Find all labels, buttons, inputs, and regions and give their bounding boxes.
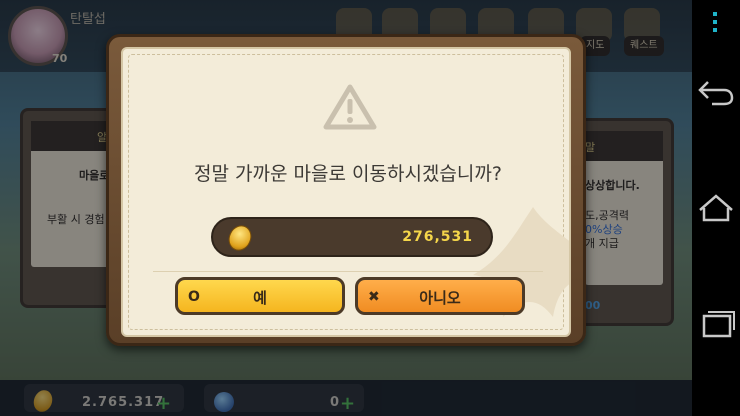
gold-coin-icon bbox=[224, 221, 256, 255]
game-screen: 70 탄탈섭 지도 퀘스트 알 마을로 부활 시 경험 말 상상합니다. 도,공… bbox=[0, 0, 740, 416]
divider bbox=[153, 271, 543, 272]
menu-icon[interactable] bbox=[712, 12, 718, 36]
recent-apps-icon[interactable] bbox=[696, 306, 736, 342]
yes-button[interactable]: O 예 bbox=[175, 277, 345, 315]
no-button[interactable]: ✖ 아니오 bbox=[355, 277, 525, 315]
no-button-label: 아니오 bbox=[419, 289, 461, 307]
dialog-body: 정말 가까운 마을로 이동하시겠습니까? 276,531 O 예 ✖ 아니오 bbox=[121, 47, 571, 337]
dialog-message: 정말 가까운 마을로 이동하시겠습니까? bbox=[194, 163, 502, 185]
gold-amount: 276,531 bbox=[402, 229, 473, 245]
gold-display: 276,531 bbox=[211, 217, 493, 257]
confirm-dialog: 정말 가까운 마을로 이동하시겠습니까? 276,531 O 예 ✖ 아니오 bbox=[106, 34, 586, 346]
warning-icon bbox=[323, 84, 377, 130]
back-icon[interactable] bbox=[696, 74, 736, 110]
home-icon[interactable] bbox=[696, 190, 736, 226]
android-nav-bar bbox=[692, 0, 740, 416]
yes-button-label: 예 bbox=[253, 289, 267, 307]
